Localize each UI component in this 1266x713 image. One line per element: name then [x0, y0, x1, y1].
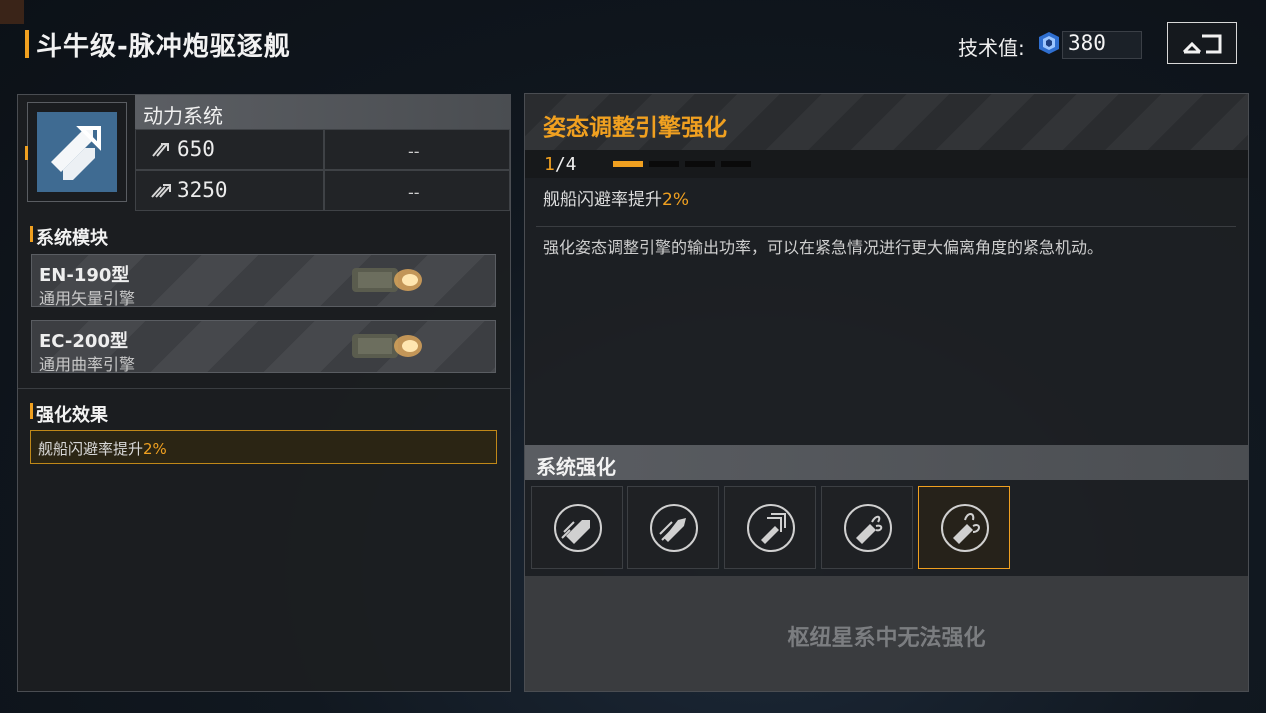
- enhance-slot-2[interactable]: [627, 486, 719, 569]
- enhance-slot-5[interactable]: [918, 486, 1010, 569]
- stat-speed-extra: --: [408, 142, 420, 161]
- effect-text-value: 2%: [143, 440, 167, 458]
- module-subtitle: 通用曲率引擎: [39, 355, 136, 374]
- stat-boost-extra: --: [408, 183, 420, 202]
- effect-text: 舰船闪避率提升2%: [38, 438, 167, 459]
- level-segment: [685, 161, 715, 167]
- system-name: 动力系统: [143, 104, 223, 128]
- back-button[interactable]: [1167, 22, 1237, 64]
- evasion-alt-icon: [941, 504, 989, 552]
- boost-speed-icon: [151, 181, 173, 203]
- enhance-slot-1[interactable]: [531, 486, 623, 569]
- level-segment: [721, 161, 751, 167]
- effects-title: 强化效果: [36, 405, 108, 426]
- return-icon: [1182, 34, 1222, 54]
- upgrade-description: 强化姿态调整引擎的输出功率，可以在紧急情况进行更大偏离角度的紧急机动。: [543, 238, 1104, 257]
- modules-title: 系统模块: [36, 228, 108, 249]
- level-segment: [613, 161, 643, 167]
- module-name: EN-190型: [39, 265, 130, 286]
- effects-accent-bar: [30, 403, 33, 419]
- upgrade-effect-value: 2%: [662, 190, 689, 210]
- tech-value: 380: [1068, 31, 1106, 55]
- level-segment: [649, 161, 679, 167]
- enhance-header: [525, 445, 1248, 480]
- enhance-slot-3[interactable]: [724, 486, 816, 569]
- module-subtitle: 通用矢量引擎: [39, 289, 136, 308]
- engine-system-icon[interactable]: [37, 112, 117, 192]
- section-divider: [18, 388, 510, 389]
- tech-value-label: 技术值:: [958, 36, 1025, 60]
- system-accent-bar: [25, 146, 28, 160]
- upgrade-effect: 舰船闪避率提升2%: [543, 185, 689, 210]
- enhance-slot-4[interactable]: [821, 486, 913, 569]
- level-current: 1: [544, 154, 555, 175]
- upgrade-effect-prefix: 舰船闪避率提升: [543, 190, 662, 210]
- engine-speed-icon: [554, 504, 602, 552]
- stat-speed-value: 650: [177, 137, 215, 161]
- enhance-title: 系统强化: [536, 455, 616, 479]
- engine-module-image: [350, 258, 425, 300]
- engine-speed-alt-icon: [650, 504, 698, 552]
- title-accent-bar: [25, 30, 29, 58]
- stat-boost-value: 3250: [177, 178, 228, 202]
- effect-text-prefix: 舰船闪避率提升: [38, 440, 144, 458]
- upgrade-title: 姿态调整引擎强化: [543, 115, 727, 141]
- modules-accent-bar: [30, 226, 33, 242]
- page-title: 斗牛级-脉冲炮驱逐舰: [36, 32, 291, 62]
- corner-decoration: [0, 0, 24, 24]
- level-text: 1/4: [544, 154, 577, 175]
- engine-module-image: [350, 324, 425, 366]
- evasion-icon: [844, 504, 892, 552]
- module-name: EC-200型: [39, 331, 128, 352]
- level-total: /4: [554, 154, 577, 175]
- speed-icon: [151, 140, 171, 162]
- enhance-locked-message: 枢纽星系中无法强化: [787, 626, 986, 651]
- engine-boost-icon: [747, 504, 795, 552]
- upgrade-divider: [536, 226, 1236, 227]
- tech-gem-icon: [1036, 30, 1062, 56]
